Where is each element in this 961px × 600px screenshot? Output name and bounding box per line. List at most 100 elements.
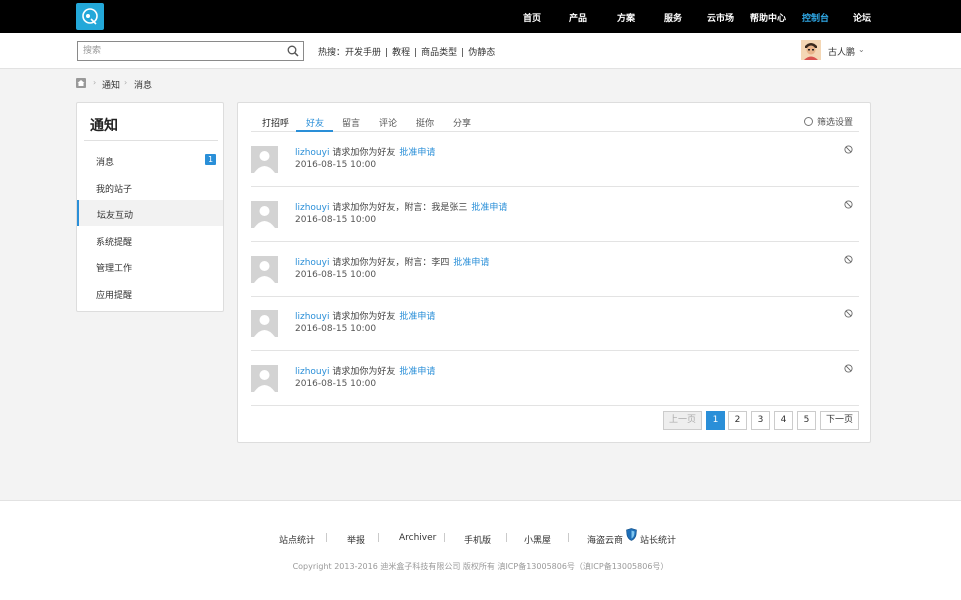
avatar[interactable] — [251, 256, 278, 283]
notice-username[interactable]: lizhouyi — [295, 367, 329, 377]
footer-link[interactable]: 手机版 — [464, 533, 491, 546]
notice-message: 请求加你为好友，附言：李四 — [329, 258, 450, 268]
gear-icon — [803, 117, 813, 126]
avatar[interactable] — [251, 146, 278, 173]
breadcrumb-item: 消息 — [134, 81, 153, 91]
site-logo[interactable] — [76, 3, 104, 30]
approve-request-link[interactable]: 批准申请 — [471, 203, 507, 213]
page-button[interactable]: 1 — [706, 411, 725, 430]
hot-search: 热搜：开发手册 | 教程 | 商品类型 | 伪静态 — [318, 45, 495, 58]
tab-comments[interactable]: 评论 — [379, 116, 397, 129]
home-icon[interactable] — [76, 78, 86, 88]
sidebar-item-label: 管理工作 — [96, 264, 133, 274]
hot-search-link[interactable]: 伪静态 — [468, 48, 495, 58]
notice-username[interactable]: lizhouyi — [295, 312, 329, 322]
search-box — [77, 41, 304, 61]
sidebar-item-label: 坛友互动 — [97, 211, 134, 221]
hot-search-link[interactable]: 商品类型 — [421, 48, 457, 58]
page-button[interactable]: 4 — [774, 411, 793, 430]
notice-message: 请求加你为好友 — [329, 367, 396, 377]
chevron-down-icon[interactable]: ⌄ — [858, 45, 865, 54]
tab-friends[interactable]: 好友 — [306, 116, 324, 129]
nav-products[interactable]: 产品 — [569, 11, 587, 24]
pagination: 上一页 1 2 3 4 5 下一页 — [663, 411, 859, 430]
nav-help-center[interactable]: 帮助中心 — [750, 11, 786, 24]
footer-link[interactable]: 站点统计 — [279, 533, 315, 546]
sidebar-item-interactions[interactable]: 坛友互动 — [77, 200, 223, 226]
breadcrumb-separator: › — [124, 78, 128, 87]
nav-home[interactable]: 首页 — [523, 11, 541, 24]
filter-settings-label: 筛选设置 — [816, 118, 853, 128]
nav-forum[interactable]: 论坛 — [853, 11, 871, 24]
next-page-button[interactable]: 下一页 — [820, 411, 859, 430]
sidebar-item-label: 消息 — [96, 158, 115, 168]
search-icon[interactable] — [287, 45, 299, 57]
approve-request-link[interactable]: 批准申请 — [453, 258, 489, 268]
user-name[interactable]: 古人鹏 — [828, 45, 855, 58]
footer-separator: | — [443, 533, 447, 543]
sidebar-item-admin-work[interactable]: 管理工作 — [77, 253, 223, 279]
footer-separator: | — [325, 533, 329, 543]
notice-item: lizhouyi 请求加你为好友 批准申请 2016-08-15 10:00 — [251, 132, 859, 187]
block-icon[interactable] — [844, 309, 853, 318]
tab-support[interactable]: 挺你 — [416, 116, 434, 129]
block-icon[interactable] — [844, 145, 853, 154]
footer-link[interactable]: 海盗云商 — [587, 533, 623, 546]
footer-separator: | — [505, 533, 509, 543]
page-button[interactable]: 2 — [728, 411, 747, 430]
notice-item: lizhouyi 请求加你为好友 批准申请 2016-08-15 10:00 — [251, 296, 859, 351]
block-icon[interactable] — [844, 255, 853, 264]
notice-text: lizhouyi 请求加你为好友，附言：李四 批准申请 — [295, 255, 489, 268]
footer-separator: | — [377, 533, 381, 543]
avatar[interactable] — [251, 365, 278, 392]
sidebar-item-app-reminders[interactable]: 应用提醒 — [77, 280, 223, 306]
tab-greetings[interactable]: 打招呼 — [262, 116, 289, 129]
prev-page-button[interactable]: 上一页 — [663, 411, 702, 430]
approve-request-link[interactable]: 批准申请 — [399, 367, 435, 377]
hot-search-link[interactable]: 教程 — [392, 48, 410, 58]
approve-request-link[interactable]: 批准申请 — [399, 312, 435, 322]
notice-username[interactable]: lizhouyi — [295, 258, 329, 268]
notice-item: lizhouyi 请求加你为好友 批准申请 2016-08-15 10:00 — [251, 351, 859, 406]
notice-username[interactable]: lizhouyi — [295, 203, 329, 213]
block-icon[interactable] — [844, 364, 853, 373]
footer-link[interactable]: 站长统计 — [640, 533, 676, 546]
filter-settings-button[interactable]: 筛选设置 — [803, 115, 853, 128]
notice-text: lizhouyi 请求加你为好友 批准申请 — [295, 364, 435, 377]
footer-link[interactable]: 举报 — [347, 533, 365, 546]
notice-time: 2016-08-15 10:00 — [295, 324, 377, 334]
page-button[interactable]: 5 — [797, 411, 816, 430]
notice-panel: 打招呼 好友 留言 评论 挺你 分享 筛选设置 lizhouyi 请求加你为好友… — [237, 102, 871, 443]
notice-time: 2016-08-15 10:00 — [295, 215, 377, 225]
approve-request-link[interactable]: 批准申请 — [399, 148, 435, 158]
block-icon[interactable] — [844, 200, 853, 209]
breadcrumb-item[interactable]: 通知 — [102, 78, 120, 91]
footer-link[interactable]: Archiver — [399, 533, 436, 543]
notice-username[interactable]: lizhouyi — [295, 148, 329, 158]
notice-text: lizhouyi 请求加你为好友 批准申请 — [295, 309, 435, 322]
sidebar-item-system-reminders[interactable]: 系统提醒 — [77, 227, 223, 253]
nav-console[interactable]: 控制台 — [802, 11, 829, 24]
hot-search-link[interactable]: 开发手册 — [345, 48, 381, 58]
footer-link[interactable]: 小黑屋 — [524, 533, 551, 546]
breadcrumb-separator: › — [93, 78, 97, 87]
tab-messages[interactable]: 留言 — [342, 116, 360, 129]
avatar[interactable] — [251, 310, 278, 337]
tab-shares[interactable]: 分享 — [453, 116, 471, 129]
tab-bar: 打招呼 好友 留言 评论 挺你 分享 筛选设置 — [251, 103, 859, 132]
default-avatar-icon — [254, 370, 275, 392]
notice-text: lizhouyi 请求加你为好友，附言：我是张三 批准申请 — [295, 200, 507, 213]
sidebar-item-messages[interactable]: 消息 1 — [77, 147, 223, 173]
nav-solutions[interactable]: 方案 — [617, 11, 635, 24]
avatar[interactable] — [251, 201, 278, 228]
nav-cloud-market[interactable]: 云市场 — [707, 11, 734, 24]
sidebar-title: 通知 — [90, 118, 118, 134]
nav-services[interactable]: 服务 — [664, 11, 682, 24]
default-avatar-icon — [254, 261, 275, 283]
avatar[interactable] — [801, 40, 821, 60]
page-button[interactable]: 3 — [751, 411, 770, 430]
sidebar-item-label: 应用提醒 — [96, 291, 133, 301]
search-input[interactable] — [78, 42, 278, 60]
sidebar-item-my-site[interactable]: 我的站子 — [77, 174, 223, 200]
notice-message: 请求加你为好友 — [329, 148, 396, 158]
